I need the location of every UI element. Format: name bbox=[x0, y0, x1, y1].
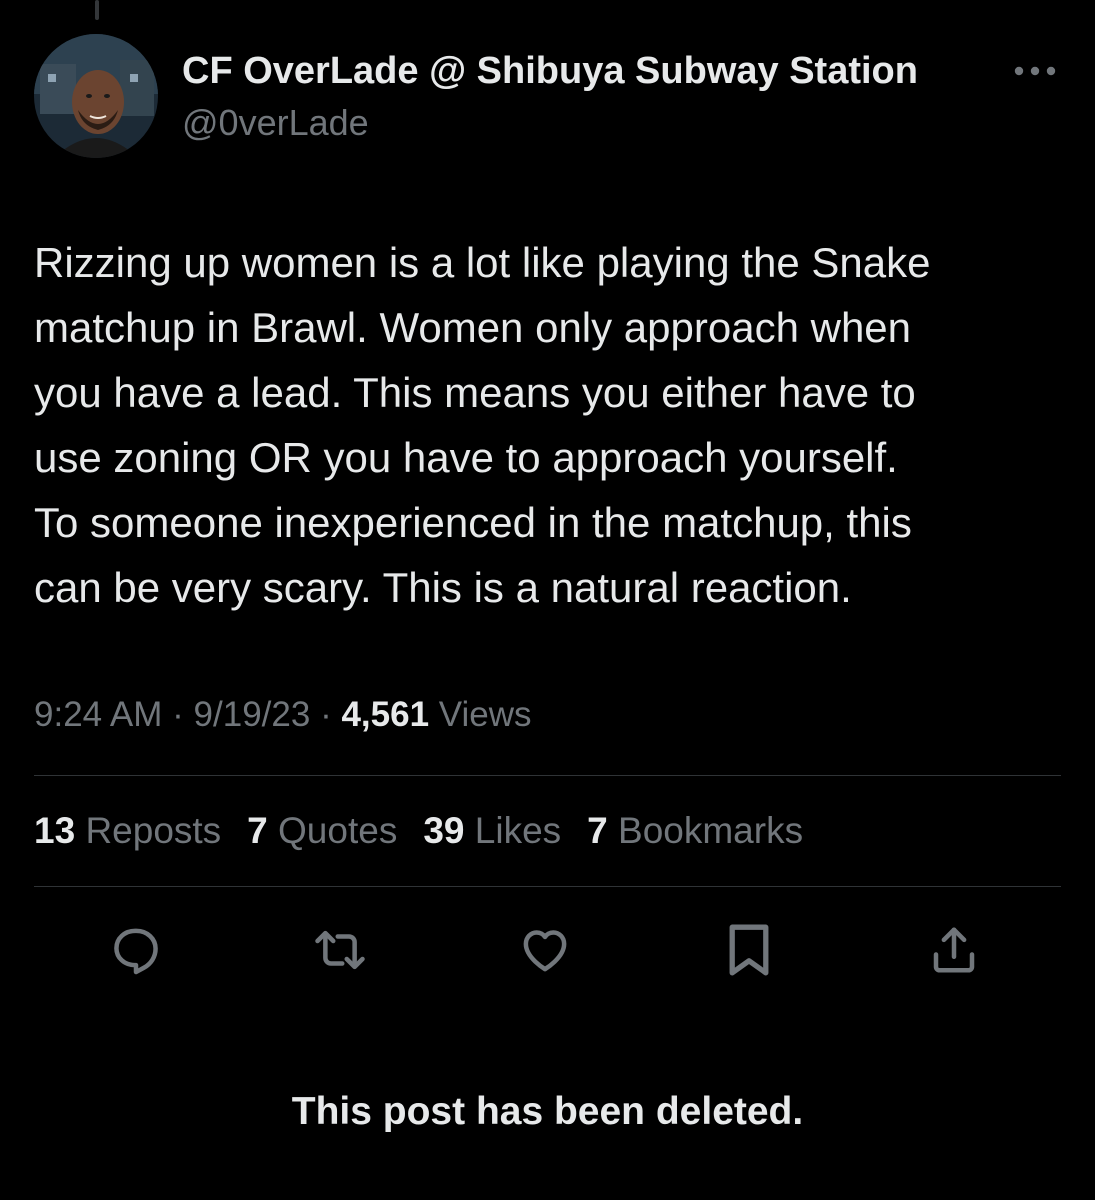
meta-separator: · bbox=[320, 695, 342, 734]
author-display-name[interactable]: CF OverLade @ Shibuya Subway Station bbox=[182, 50, 918, 93]
tweet-date[interactable]: 9/19/23 bbox=[194, 695, 311, 734]
author-handle[interactable]: @0verLade bbox=[182, 102, 369, 144]
action-bar bbox=[0, 920, 1095, 980]
deleted-notice: This post has been deleted. bbox=[291, 1090, 804, 1133]
reposts-stat[interactable]: 13 Reposts bbox=[34, 810, 221, 852]
tweet-time[interactable]: 9:24 AM bbox=[34, 695, 162, 734]
views-label: Views bbox=[438, 695, 532, 734]
quotes-stat[interactable]: 7 Quotes bbox=[247, 810, 397, 852]
reposts-count: 13 bbox=[34, 810, 76, 851]
quotes-count: 7 bbox=[247, 810, 268, 851]
tweet-text: Rizzing up women is a lot like playing t… bbox=[34, 239, 931, 611]
views-count: 4,561 bbox=[341, 695, 430, 734]
tweet-meta: 9:24 AM · 9/19/23 · 4,561 Views bbox=[34, 695, 532, 735]
reply-icon[interactable] bbox=[106, 920, 166, 980]
thread-connector-line bbox=[95, 0, 99, 20]
meta-separator: · bbox=[172, 695, 194, 734]
like-icon[interactable] bbox=[515, 920, 575, 980]
avatar[interactable] bbox=[34, 34, 158, 158]
bookmark-icon[interactable] bbox=[719, 920, 779, 980]
repost-icon[interactable] bbox=[310, 920, 370, 980]
likes-stat[interactable]: 39 Likes bbox=[423, 810, 561, 852]
share-icon[interactable] bbox=[924, 920, 984, 980]
divider bbox=[34, 775, 1061, 776]
reposts-label: Reposts bbox=[85, 810, 222, 851]
more-options-icon[interactable] bbox=[1010, 56, 1060, 86]
bookmarks-label: Bookmarks bbox=[618, 810, 804, 851]
divider bbox=[34, 886, 1061, 887]
likes-label: Likes bbox=[474, 810, 562, 851]
bookmarks-count: 7 bbox=[587, 810, 608, 851]
engagement-stats: 13 Reposts 7 Quotes 39 Likes 7 Bookmarks bbox=[34, 810, 803, 852]
tweet-page: CF OverLade @ Shibuya Subway Station @0v… bbox=[0, 0, 1095, 1200]
bookmarks-stat[interactable]: 7 Bookmarks bbox=[587, 810, 803, 852]
quotes-label: Quotes bbox=[278, 810, 398, 851]
likes-count: 39 bbox=[423, 810, 465, 851]
